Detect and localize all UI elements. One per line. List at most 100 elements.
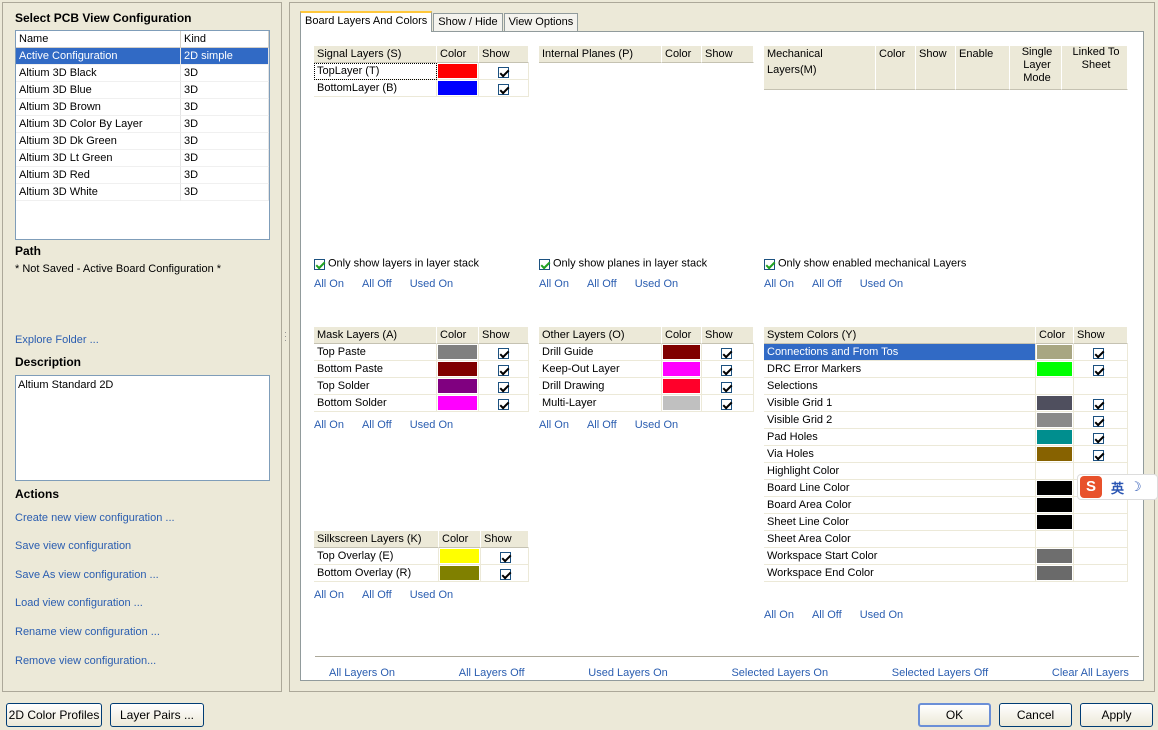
show-checkbox[interactable] <box>721 364 732 376</box>
all-on-link[interactable]: All On <box>314 589 344 601</box>
col-kind-header[interactable]: Kind <box>181 31 269 47</box>
color-swatch[interactable] <box>1036 531 1074 548</box>
ime-language-toggle[interactable]: 英 <box>1111 478 1124 497</box>
config-list-item[interactable]: Altium 3D Lt Green 3D <box>16 150 269 167</box>
show-checkbox[interactable] <box>1093 347 1104 359</box>
config-list-item[interactable]: Altium 3D Blue 3D <box>16 82 269 99</box>
used-layers-on-link[interactable]: Used Layers On <box>588 667 667 679</box>
checkbox[interactable] <box>539 259 550 270</box>
only-show-layers-in-stack[interactable]: Only show layers in layer stack <box>314 257 479 270</box>
color-swatch[interactable] <box>662 344 702 361</box>
color-swatch[interactable] <box>1036 446 1074 463</box>
config-list-item[interactable]: Altium 3D Brown 3D <box>16 99 269 116</box>
rename-view-config-link[interactable]: Rename view configuration ... <box>15 626 160 638</box>
config-list[interactable]: Name Kind Active Configuration 2D simple A… <box>15 30 270 240</box>
color-swatch[interactable] <box>437 378 479 395</box>
layer-row[interactable]: Board Line Color <box>764 480 1128 497</box>
color-swatch[interactable] <box>1036 514 1074 531</box>
color-swatch[interactable] <box>1036 463 1074 480</box>
only-show-enabled-mechanical[interactable]: Only show enabled mechanical Layers <box>764 257 966 270</box>
show-checkbox[interactable] <box>498 347 509 359</box>
all-on-link[interactable]: All On <box>764 278 794 290</box>
all-layers-off-link[interactable]: All Layers Off <box>459 667 525 679</box>
only-show-planes-in-stack[interactable]: Only show planes in layer stack <box>539 257 707 270</box>
layer-row[interactable]: Sheet Area Color <box>764 531 1128 548</box>
layer-row[interactable]: BottomLayer (B) <box>314 80 529 97</box>
layer-row[interactable]: Drill Guide <box>539 344 754 361</box>
layer-row[interactable]: Keep-Out Layer <box>539 361 754 378</box>
show-checkbox[interactable] <box>1093 449 1104 461</box>
all-on-link[interactable]: All On <box>539 419 569 431</box>
color-swatch[interactable] <box>662 378 702 395</box>
moon-icon[interactable]: ☽ <box>1130 479 1142 495</box>
all-on-link[interactable]: All On <box>764 609 794 621</box>
layer-row[interactable]: Bottom Overlay (R) <box>314 565 529 582</box>
all-off-link[interactable]: All Off <box>812 609 842 621</box>
show-checkbox[interactable] <box>1093 364 1104 376</box>
col-name-header[interactable]: Name <box>16 31 181 47</box>
explore-folder-link[interactable]: Explore Folder ... <box>15 334 99 346</box>
cancel-button[interactable]: Cancel <box>999 703 1072 727</box>
color-swatch[interactable] <box>437 80 479 97</box>
all-off-link[interactable]: All Off <box>362 419 392 431</box>
layer-row[interactable]: Pad Holes <box>764 429 1128 446</box>
used-on-link[interactable]: Used On <box>860 278 903 290</box>
show-checkbox[interactable] <box>721 398 732 410</box>
selected-layers-off-link[interactable]: Selected Layers Off <box>892 667 988 679</box>
color-swatch[interactable] <box>1036 378 1074 395</box>
color-swatch[interactable] <box>1036 565 1074 582</box>
show-checkbox[interactable] <box>1093 398 1104 410</box>
layer-row[interactable]: Connections and From Tos <box>764 344 1128 361</box>
show-checkbox[interactable] <box>1093 415 1104 427</box>
used-on-link[interactable]: Used On <box>410 278 453 290</box>
layer-row[interactable]: Sheet Line Color <box>764 514 1128 531</box>
layer-row[interactable]: Bottom Solder <box>314 395 529 412</box>
color-swatch[interactable] <box>437 63 479 80</box>
color-swatch[interactable] <box>439 548 481 565</box>
layer-row[interactable]: DRC Error Markers <box>764 361 1128 378</box>
color-swatch[interactable] <box>1036 548 1074 565</box>
used-on-link[interactable]: Used On <box>860 609 903 621</box>
create-view-config-link[interactable]: Create new view configuration ... <box>15 512 175 524</box>
load-view-config-link[interactable]: Load view configuration ... <box>15 597 143 609</box>
show-checkbox[interactable] <box>498 364 509 376</box>
all-off-link[interactable]: All Off <box>812 278 842 290</box>
color-swatch[interactable] <box>437 361 479 378</box>
all-on-link[interactable]: All On <box>314 419 344 431</box>
show-checkbox[interactable] <box>721 381 732 393</box>
ime-toolbar[interactable]: S 英 ☽ <box>1077 474 1158 500</box>
layer-pairs-button[interactable]: Layer Pairs ... <box>110 703 204 727</box>
tab-view-options[interactable]: View Options <box>503 13 579 32</box>
apply-button[interactable]: Apply <box>1080 703 1153 727</box>
tab-show-hide[interactable]: Show / Hide <box>433 13 503 32</box>
used-on-link[interactable]: Used On <box>410 589 453 601</box>
checkbox[interactable] <box>764 259 775 270</box>
color-profiles-button[interactable]: 2D Color Profiles <box>6 703 102 727</box>
used-on-link[interactable]: Used On <box>635 419 678 431</box>
color-swatch[interactable] <box>1036 497 1074 514</box>
layer-row[interactable]: Visible Grid 2 <box>764 412 1128 429</box>
all-on-link[interactable]: All On <box>314 278 344 290</box>
layer-row[interactable]: TopLayer (T) <box>314 63 529 80</box>
selected-layers-on-link[interactable]: Selected Layers On <box>731 667 828 679</box>
layer-row[interactable]: Board Area Color <box>764 497 1128 514</box>
color-swatch[interactable] <box>1036 429 1074 446</box>
layer-row[interactable]: Via Holes <box>764 446 1128 463</box>
tab-board-layers-and-colors[interactable]: Board Layers And Colors <box>300 11 433 32</box>
layer-row[interactable]: Workspace Start Color <box>764 548 1128 565</box>
all-on-link[interactable]: All On <box>539 278 569 290</box>
config-list-item[interactable]: Altium 3D Red 3D <box>16 167 269 184</box>
color-swatch[interactable] <box>1036 412 1074 429</box>
config-list-item[interactable]: Altium 3D Black 3D <box>16 65 269 82</box>
used-on-link[interactable]: Used On <box>635 278 678 290</box>
layer-row[interactable]: Visible Grid 1 <box>764 395 1128 412</box>
used-on-link[interactable]: Used On <box>410 419 453 431</box>
all-off-link[interactable]: All Off <box>587 278 617 290</box>
splitter-grip-icon[interactable]: · · · <box>284 328 288 345</box>
color-swatch[interactable] <box>1036 361 1074 378</box>
config-list-item[interactable]: Altium 3D Dk Green 3D <box>16 133 269 150</box>
clear-all-layers-link[interactable]: Clear All Layers <box>1052 667 1129 679</box>
color-swatch[interactable] <box>662 361 702 378</box>
color-swatch[interactable] <box>1036 344 1074 361</box>
description-field[interactable]: Altium Standard 2D <box>15 375 270 481</box>
